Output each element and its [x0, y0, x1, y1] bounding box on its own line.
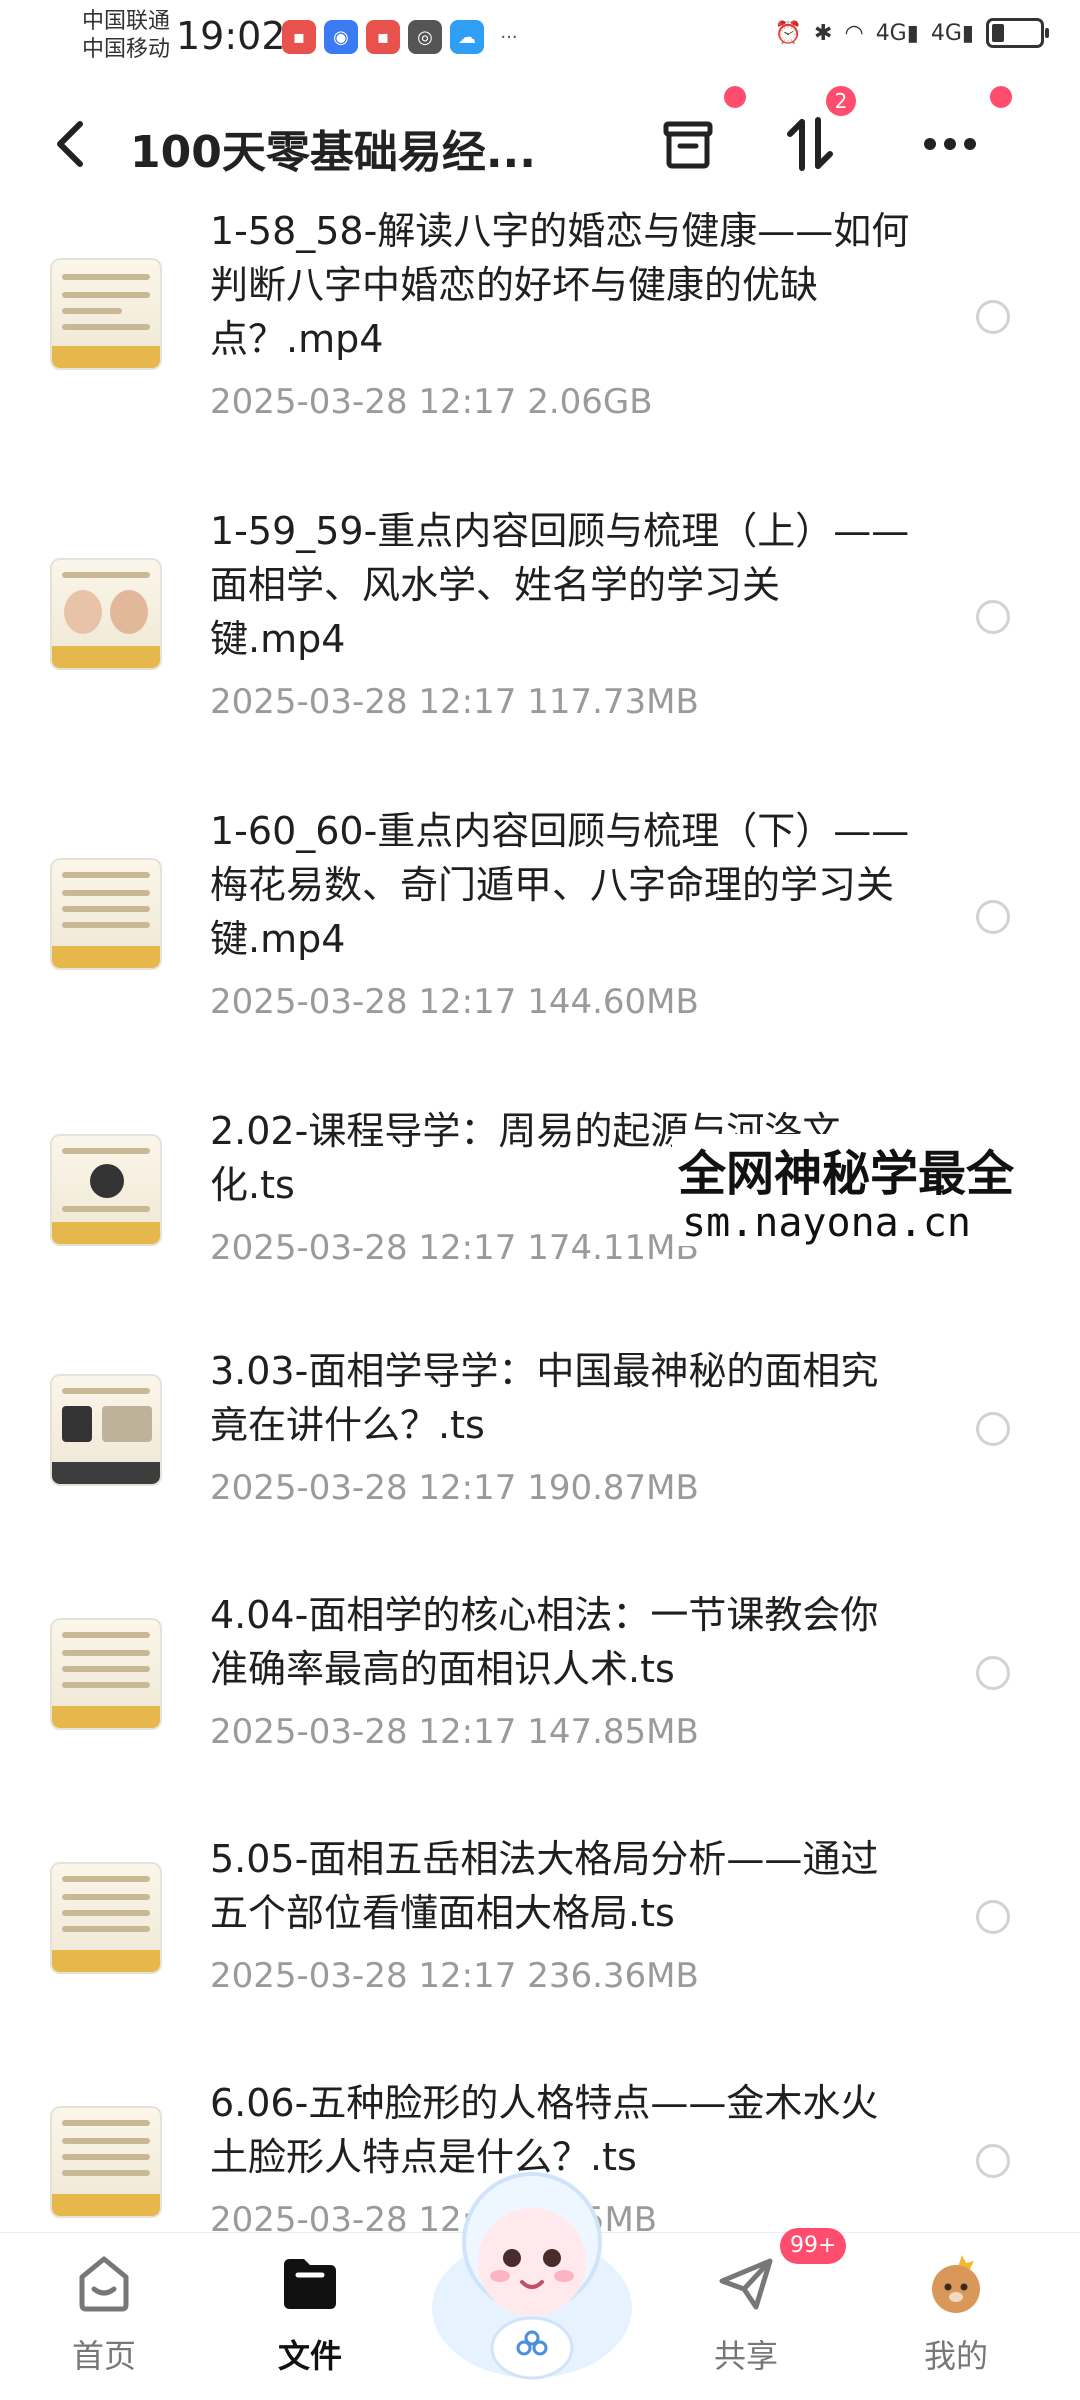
select-radio[interactable]: [976, 300, 1010, 334]
ai-assistant-button[interactable]: [424, 2158, 640, 2388]
file-row[interactable]: 1-58_58-解读八字的婚恋与健康——如何判断八字中婚恋的好坏与健康的优缺点？…: [0, 200, 1080, 440]
signal-icon-1: 4G▮: [875, 20, 919, 46]
file-row[interactable]: 1-59_59-重点内容回顾与梳理（上）——面相学、风水学、姓名学的学习关键.m…: [0, 500, 1080, 740]
video-thumbnail: [50, 1618, 162, 1730]
bluetooth-icon: ✱: [814, 20, 833, 46]
select-radio[interactable]: [976, 2144, 1010, 2178]
sort-button[interactable]: [774, 108, 846, 180]
video-thumbnail: [50, 258, 162, 370]
more-notifications-icon: ···: [500, 26, 518, 48]
sort-arrows-icon: [787, 117, 833, 171]
file-name: 3.03-面相学导学：中国最神秘的面相究竟在讲什么？.ts: [210, 1349, 879, 1447]
wifi-icon: ◠: [844, 20, 864, 46]
file-meta: 2025-03-28 12:17 147.85MB: [210, 1712, 699, 1752]
nav-files[interactable]: 文件: [240, 2251, 380, 2377]
video-thumbnail: [50, 558, 162, 670]
mascot-icon: [432, 2172, 632, 2380]
nav-share[interactable]: 共享: [676, 2251, 816, 2377]
file-name: 1-60_60-重点内容回顾与梳理（下）——梅花易数、奇门遁甲、八字命理的学习关…: [210, 809, 910, 961]
box-notification-dot: [724, 86, 746, 108]
nav-home[interactable]: 首页: [34, 2251, 174, 2377]
folder-icon: [284, 2259, 336, 2309]
file-meta: 2025-03-28 12:17 117.73MB: [210, 682, 699, 722]
file-meta: 2025-03-28 12:17 174.11MB: [210, 1228, 699, 1268]
alarm-icon: ⏰: [774, 20, 803, 46]
file-row[interactable]: 4.04-面相学的核心相法：一节课教会你准确率最高的面相识人术.ts 2025-…: [0, 1584, 1080, 1824]
select-radio[interactable]: [976, 1656, 1010, 1690]
file-name: 5.05-面相五岳相法大格局分析——通过五个部位看懂面相大格局.ts: [210, 1837, 879, 1935]
header: 100天零基础易经... 2: [0, 86, 1080, 204]
app-notification-icon: ◎: [408, 20, 442, 54]
file-name: 1-59_59-重点内容回顾与梳理（上）——面相学、风水学、姓名学的学习关键.m…: [210, 509, 910, 661]
chevron-left-icon: [57, 121, 83, 167]
nav-mine[interactable]: 我的: [886, 2251, 1026, 2377]
watermark-line-1: 全网神秘学最全: [672, 1134, 1021, 1204]
app-notification-icon: ▪: [282, 20, 316, 54]
select-radio[interactable]: [976, 1412, 1010, 1446]
sort-badge: 2: [826, 86, 856, 116]
share-badge: 99+: [780, 2228, 847, 2264]
app-notification-icon: ▪: [366, 20, 400, 54]
video-thumbnail: [50, 1134, 162, 1246]
video-thumbnail: [50, 2106, 162, 2218]
file-row[interactable]: 5.05-面相五岳相法大格局分析——通过五个部位看懂面相大格局.ts 2025-…: [0, 1828, 1080, 2068]
carrier-1: 中国联通: [82, 9, 171, 34]
carrier-2: 中国移动: [82, 37, 171, 62]
page-title: 100天零基础易经...: [130, 127, 536, 178]
notification-icons: ▪ ◉ ▪ ◎ ☁ ···: [282, 20, 526, 54]
status-bar: 中国联通 中国移动 19:02 ▪ ◉ ▪ ◎ ☁ ··· ⏰ ✱ ◠ 4G▮ …: [0, 0, 1080, 74]
system-icons: ⏰ ✱ ◠ 4G▮ 4G▮: [774, 18, 1049, 48]
video-thumbnail: [50, 858, 162, 970]
more-button[interactable]: [914, 108, 986, 180]
select-radio[interactable]: [976, 600, 1010, 634]
file-meta: 2025-03-28 12:17 144.60MB: [210, 982, 699, 1022]
archive-box-icon: [663, 121, 713, 169]
nav-share-label: 共享: [713, 2337, 778, 2375]
select-radio[interactable]: [976, 900, 1010, 934]
file-meta: 2025-03-28 12:17 190.87MB: [210, 1468, 699, 1508]
weather-icon: ☁: [450, 20, 484, 54]
app-notification-icon: ◉: [324, 20, 358, 54]
paper-plane-icon: [719, 2258, 773, 2310]
nav-mine-label: 我的: [923, 2337, 988, 2375]
avatar-icon: [932, 2255, 980, 2313]
back-button[interactable]: [50, 116, 90, 172]
more-notification-dot: [990, 86, 1012, 108]
signal-icon-2: 4G▮: [930, 20, 974, 46]
file-meta: 2025-03-28 12:17 2.06GB: [210, 382, 653, 422]
nav-files-label: 文件: [277, 2337, 342, 2375]
file-row[interactable]: 3.03-面相学导学：中国最神秘的面相究竟在讲什么？.ts 2025-03-28…: [0, 1340, 1080, 1580]
status-time: 19:02: [176, 14, 286, 58]
more-icon: [924, 138, 976, 150]
watermark-line-2: sm.nayona.cn: [676, 1200, 977, 1246]
video-thumbnail: [50, 1862, 162, 1974]
home-icon: [79, 2256, 129, 2312]
nav-home-label: 首页: [71, 2337, 136, 2375]
select-radio[interactable]: [976, 1900, 1010, 1934]
battery-icon: [986, 18, 1049, 48]
file-name: 1-58_58-解读八字的婚恋与健康——如何判断八字中婚恋的好坏与健康的优缺点？…: [210, 209, 910, 361]
box-button[interactable]: [652, 108, 724, 180]
carrier-info: 中国联通 中国移动: [82, 8, 170, 64]
video-thumbnail: [50, 1374, 162, 1486]
file-meta: 2025-03-28 12:17 236.36MB: [210, 1956, 699, 1996]
file-name: 4.04-面相学的核心相法：一节课教会你准确率最高的面相识人术.ts: [210, 1593, 879, 1691]
file-row[interactable]: 1-60_60-重点内容回顾与梳理（下）——梅花易数、奇门遁甲、八字命理的学习关…: [0, 800, 1080, 1040]
